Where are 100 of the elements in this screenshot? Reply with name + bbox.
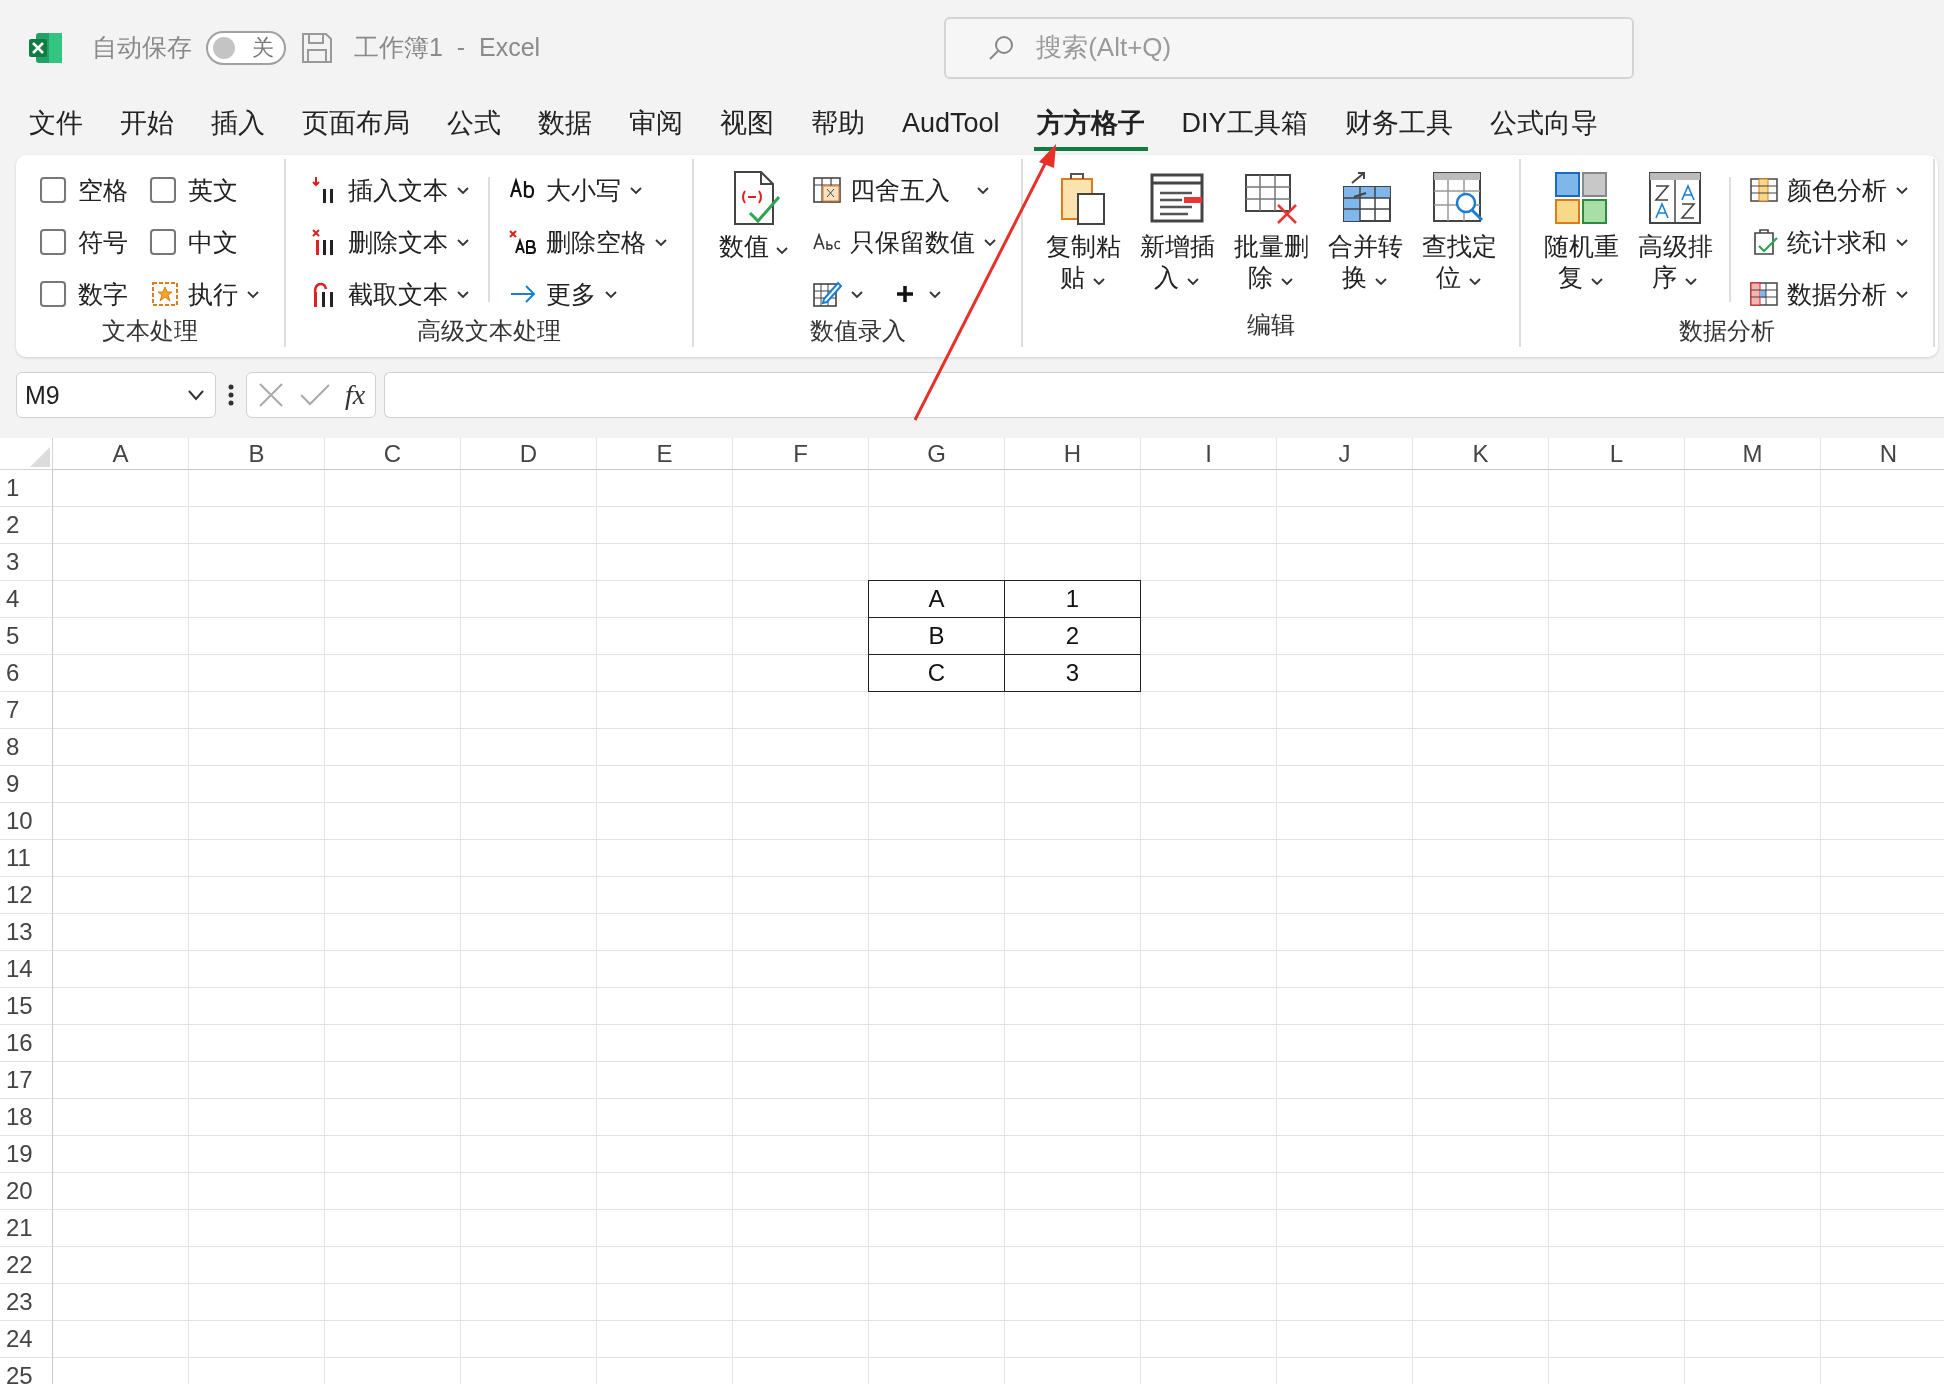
ribbon-large-button[interactable]: 合并转换: [1325, 169, 1405, 293]
row-header[interactable]: 14: [0, 951, 53, 988]
ribbon-tab[interactable]: AudTool: [899, 101, 1003, 149]
column-header[interactable]: B: [189, 438, 325, 470]
color-blocks-icon: [1552, 169, 1610, 227]
ribbon-button[interactable]: 颜色分析: [1745, 169, 1913, 211]
checkbox[interactable]: [150, 177, 176, 203]
group-label: 数值录入: [809, 316, 906, 346]
row-header[interactable]: 21: [0, 1210, 53, 1247]
column-header[interactable]: L: [1549, 438, 1685, 470]
checkbox[interactable]: [40, 229, 66, 255]
ribbon-large-button[interactable]: 批量删除: [1231, 169, 1311, 293]
excel-logo-icon: [28, 30, 64, 65]
row-header[interactable]: 1: [0, 470, 53, 507]
checkbox-label: 空格: [78, 174, 128, 206]
save-icon[interactable]: [300, 30, 334, 65]
row-header[interactable]: 19: [0, 1136, 53, 1173]
row-header[interactable]: 22: [0, 1247, 53, 1284]
checkbox-label: 中文: [188, 226, 238, 258]
ribbon-tab[interactable]: 视图: [717, 99, 777, 151]
row-header[interactable]: 10: [0, 803, 53, 840]
ribbon-button[interactable]: 更多: [504, 273, 672, 315]
cancel-icon[interactable]: [257, 381, 285, 409]
ribbon-tab[interactable]: 文件: [26, 99, 86, 151]
ribbon-tab[interactable]: 开始: [117, 99, 177, 151]
row-header[interactable]: 24: [0, 1321, 53, 1358]
column-header[interactable]: I: [1141, 438, 1277, 470]
ribbon-large-button[interactable]: 查找定位: [1419, 169, 1499, 293]
column-header[interactable]: D: [461, 438, 597, 470]
row-header[interactable]: 6: [0, 655, 53, 692]
column-header[interactable]: C: [325, 438, 461, 470]
search-box[interactable]: 搜索(Alt+Q): [944, 16, 1635, 79]
column-header[interactable]: H: [1005, 438, 1141, 470]
row-header[interactable]: 17: [0, 1062, 53, 1099]
ribbon-large-button[interactable]: 高级排序: [1635, 169, 1715, 293]
column-header[interactable]: N: [1821, 438, 1944, 470]
ribbon-button[interactable]: 数据分析: [1745, 273, 1913, 315]
insert-function-button[interactable]: fx: [345, 379, 366, 411]
ribbon-button[interactable]: 执行: [146, 273, 264, 315]
row-header[interactable]: 2: [0, 507, 53, 544]
row-header[interactable]: 12: [0, 877, 53, 914]
checkbox[interactable]: [40, 281, 66, 307]
autosave-toggle[interactable]: 关: [206, 30, 286, 65]
row-header[interactable]: 25: [0, 1358, 53, 1384]
row-header[interactable]: 8: [0, 729, 53, 766]
ribbon-large-button[interactable]: 数值: [714, 169, 794, 262]
formula-input[interactable]: [384, 372, 1944, 418]
table-cell: A: [868, 580, 1005, 618]
row-header[interactable]: 9: [0, 766, 53, 803]
ribbon-large-button[interactable]: 新增插入: [1137, 169, 1217, 293]
ribbon-button[interactable]: 大小写: [504, 169, 672, 211]
row-header[interactable]: 7: [0, 692, 53, 729]
checkbox-label: 英文: [188, 174, 238, 206]
ribbon-button[interactable]: 只保留数值: [808, 221, 1001, 263]
column-header[interactable]: M: [1685, 438, 1821, 470]
ribbon-tab[interactable]: 页面布局: [299, 99, 413, 151]
row-header[interactable]: 18: [0, 1099, 53, 1136]
ribbon-button[interactable]: 删除文本: [306, 221, 474, 263]
column-header[interactable]: J: [1277, 438, 1413, 470]
row-header[interactable]: 11: [0, 840, 53, 877]
ribbon-tab[interactable]: 数据: [535, 99, 595, 151]
ribbon-tab[interactable]: 公式向导: [1486, 99, 1601, 151]
ribbon-tab[interactable]: 审阅: [626, 99, 686, 151]
round-table-icon: [812, 175, 842, 205]
row-header[interactable]: 4: [0, 581, 53, 618]
column-header[interactable]: G: [869, 438, 1005, 470]
column-header[interactable]: K: [1413, 438, 1549, 470]
ribbon-tab[interactable]: 插入: [208, 99, 268, 151]
row-header[interactable]: 5: [0, 618, 53, 655]
checkbox-label: 符号: [78, 226, 128, 258]
row-header[interactable]: 3: [0, 544, 53, 581]
row-header[interactable]: 23: [0, 1284, 53, 1321]
ribbon-button[interactable]: 截取文本: [306, 273, 474, 315]
row-header[interactable]: 20: [0, 1173, 53, 1210]
checkbox[interactable]: [150, 229, 176, 255]
search-field[interactable]: 搜索(Alt+Q): [1034, 31, 1539, 64]
row-header[interactable]: 13: [0, 914, 53, 951]
color-grid-icon: [1749, 175, 1779, 205]
column-header[interactable]: E: [597, 438, 733, 470]
row-header[interactable]: 15: [0, 988, 53, 1025]
data-grid-icon: [1749, 279, 1779, 309]
checkbox[interactable]: [40, 177, 66, 203]
ribbon-button[interactable]: 统计求和: [1745, 221, 1913, 263]
ribbon-tab[interactable]: 方方格子: [1033, 99, 1148, 151]
column-header[interactable]: A: [53, 438, 189, 470]
ribbon-large-button[interactable]: 复制粘贴: [1043, 169, 1123, 293]
ribbon-button[interactable]: 删除空格: [504, 221, 672, 263]
star-frame-icon: [150, 279, 180, 309]
ribbon-tab[interactable]: DIY工具箱: [1178, 99, 1311, 151]
ribbon-tab[interactable]: 公式: [444, 99, 504, 151]
sort-az-icon: [1646, 169, 1704, 227]
column-header[interactable]: F: [733, 438, 869, 470]
ribbon-tab[interactable]: 财务工具: [1341, 99, 1456, 151]
ribbon-button[interactable]: 四舍五入: [808, 169, 1001, 211]
ribbon-button[interactable]: 插入文本: [306, 169, 474, 211]
name-box[interactable]: M9: [16, 372, 216, 418]
ribbon-tab[interactable]: 帮助: [808, 99, 868, 151]
table-cell: 1: [1005, 580, 1141, 618]
ribbon-large-button[interactable]: 随机重复: [1541, 169, 1621, 293]
row-header[interactable]: 16: [0, 1025, 53, 1062]
